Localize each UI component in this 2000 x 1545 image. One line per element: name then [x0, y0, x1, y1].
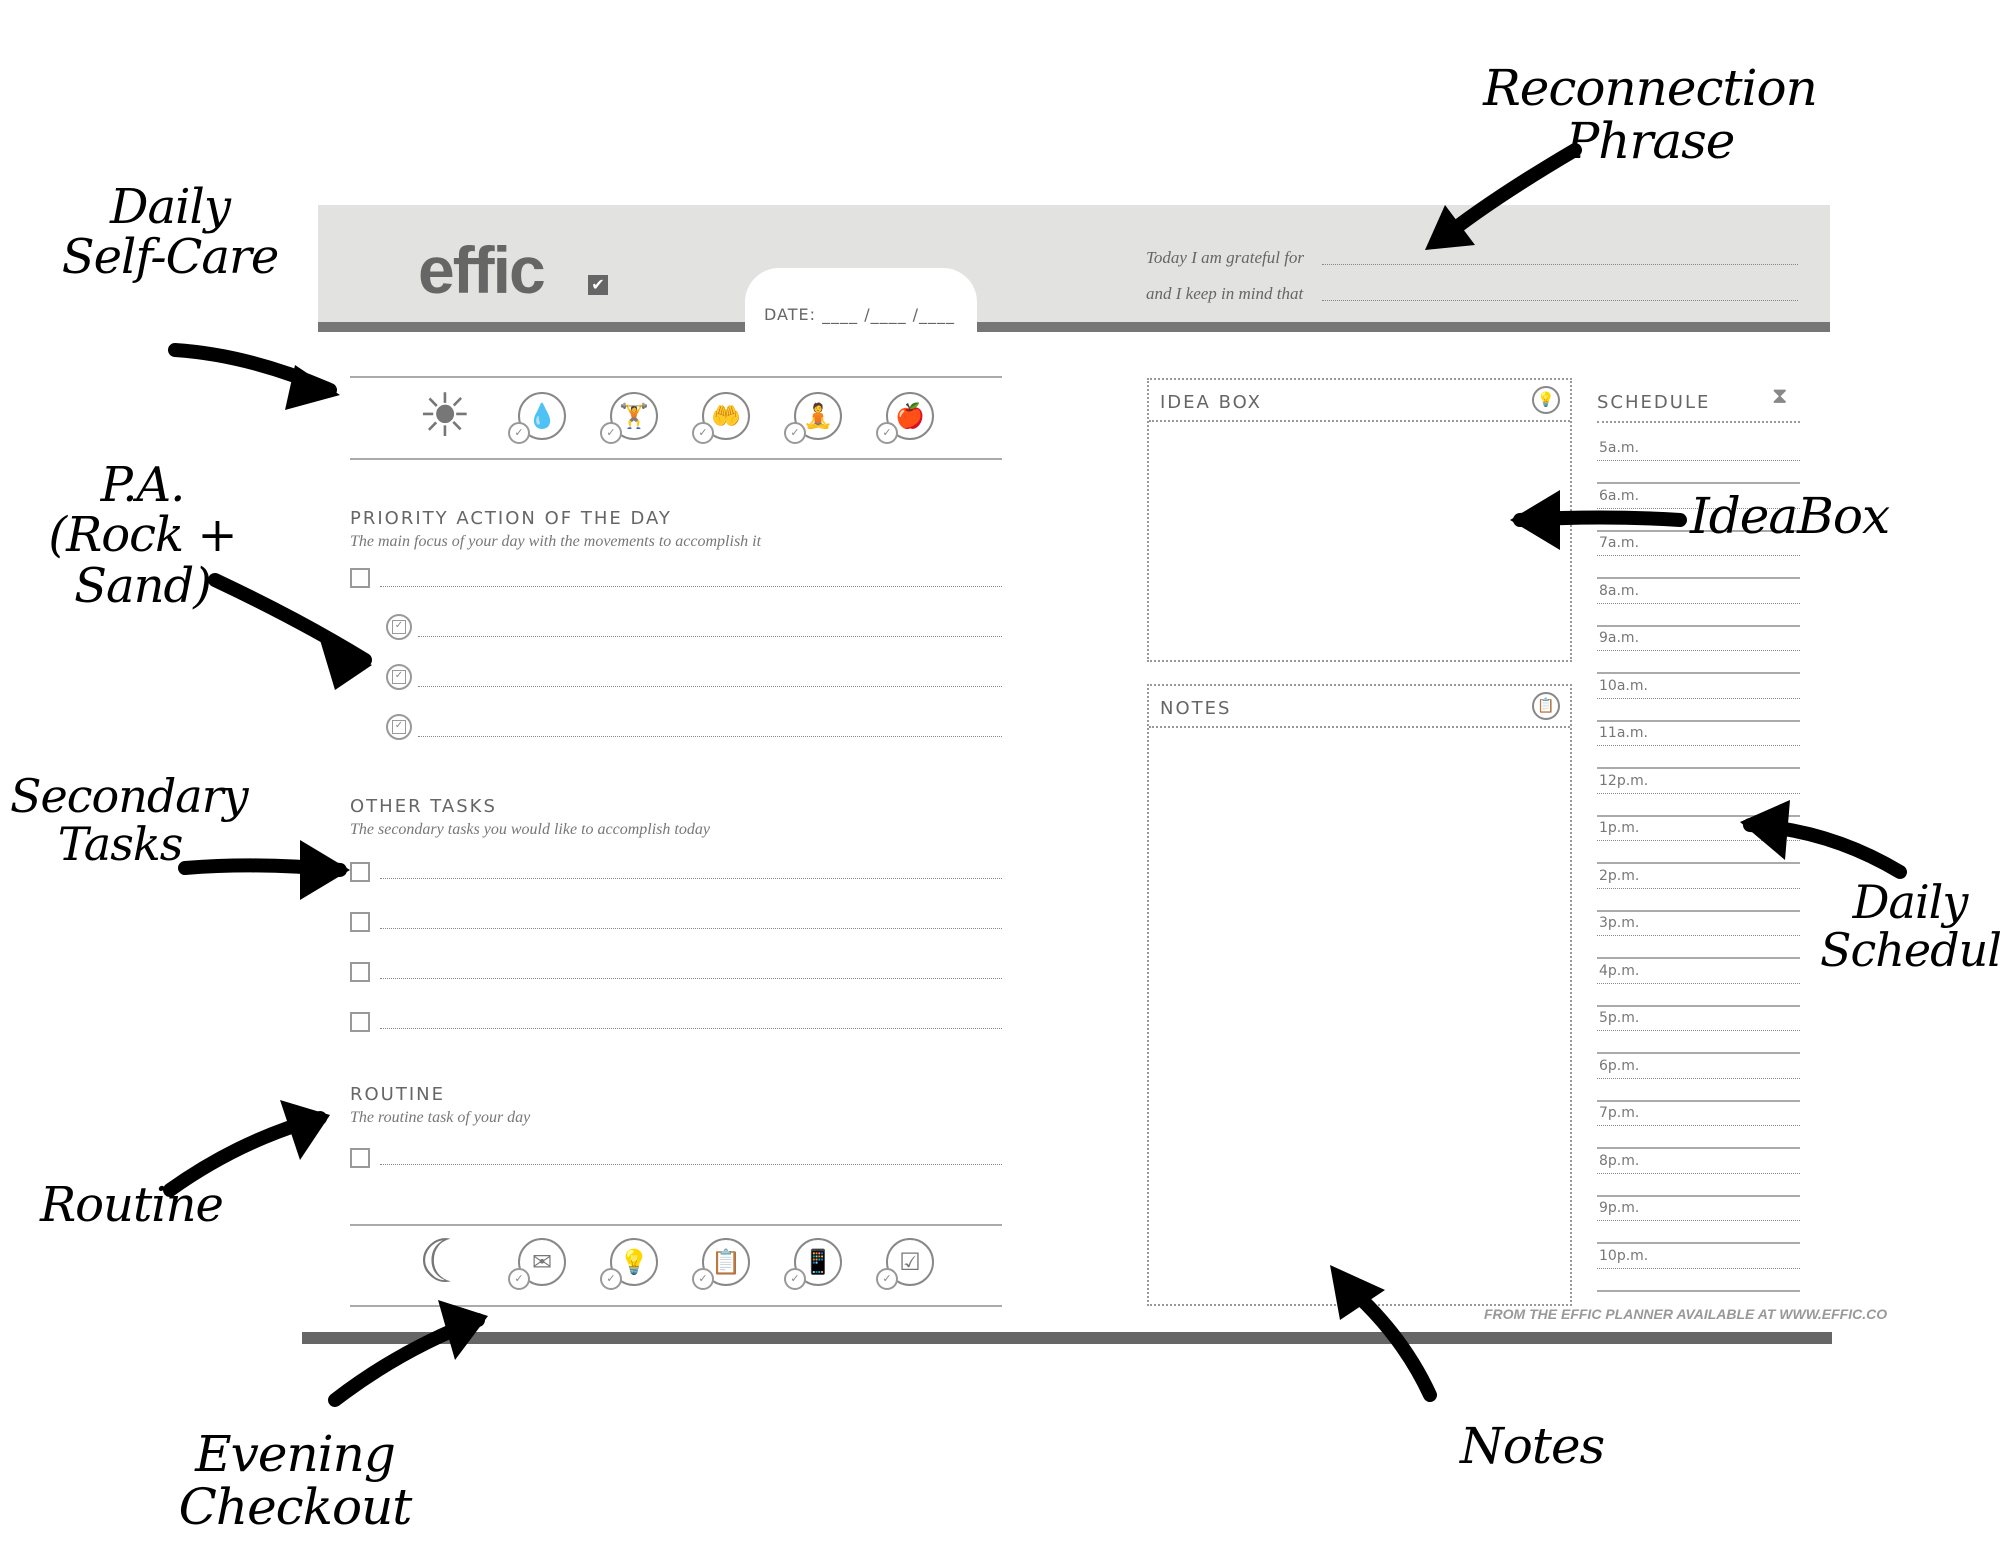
- annotation-arrows: [163, 143, 1907, 1407]
- arrow-head: [1510, 490, 1560, 550]
- arrow-head: [300, 840, 350, 900]
- arrow-priority: [208, 573, 372, 667]
